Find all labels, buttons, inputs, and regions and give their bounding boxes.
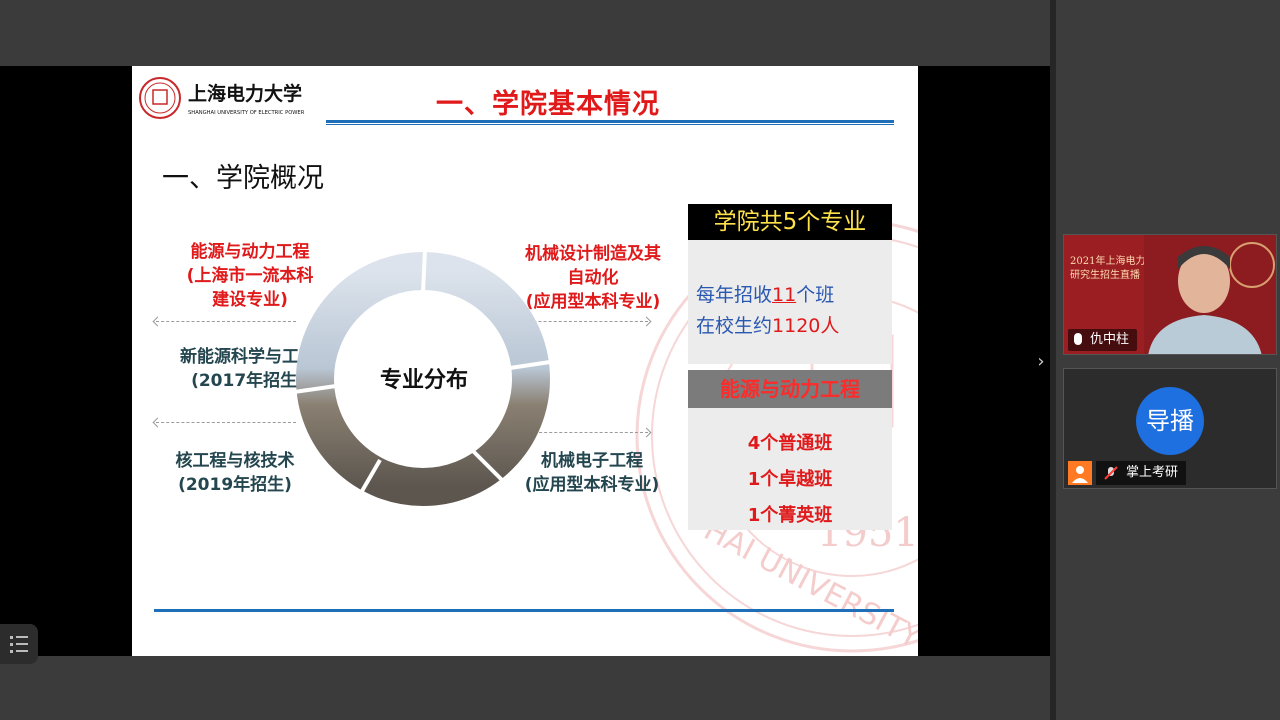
slide-title: 一、学院基本情况 xyxy=(436,89,660,120)
participants-panel xyxy=(1050,0,1280,720)
energy-classes-list: 4个普通班 1个卓越班 1个菁英班 xyxy=(688,408,892,530)
bottom-bar xyxy=(0,656,1050,720)
participant-video-tile[interactable]: 导播 掌上考研 xyxy=(1063,368,1277,489)
university-logo: 上海电力大学 SHANGHAI UNIVERSITY OF ELECTRIC P… xyxy=(139,77,305,119)
participant-name-tag: 掌上考研 xyxy=(1096,461,1187,485)
enrollment-classes: 每年招收11个班 xyxy=(696,280,892,311)
meeting-app: 1951 HAI UNIVERSITY OF ELECTRIC 上海电力大学 S… xyxy=(0,0,1280,720)
majors-count-header: 学院共5个专业 xyxy=(688,204,892,240)
mic-icon xyxy=(1074,333,1082,345)
class-item: 4个普通班 xyxy=(747,433,833,454)
enrollment-number: 1120人 xyxy=(772,315,840,337)
donut-center-label: 专业分布 xyxy=(379,368,468,393)
participant-video xyxy=(1144,235,1276,354)
participant-name: 仇中柱 xyxy=(1090,332,1130,347)
chevron-right-icon[interactable]: › xyxy=(1032,348,1050,376)
class-item: 1个卓越班 xyxy=(747,469,833,490)
enrollment-text: 每年招收 xyxy=(696,284,773,306)
top-bar xyxy=(0,0,1050,66)
participant-video-tile[interactable]: 2021年上海电力大学 研究生招生直播 仇中柱 xyxy=(1063,234,1277,355)
enrollment-number: 11 xyxy=(772,284,797,306)
participant-name-tag: 仇中柱 xyxy=(1068,329,1138,351)
university-name-cn: 上海电力大学 xyxy=(188,82,302,105)
enrollment-students: 在校生约1120人 xyxy=(696,311,892,342)
presentation-slide: 1951 HAI UNIVERSITY OF ELECTRIC 上海电力大学 S… xyxy=(132,66,918,656)
enrollment-info: 每年招收11个班 在校生约1120人 xyxy=(688,240,892,364)
participant-avatar: 导播 xyxy=(1136,387,1204,455)
mic-muted-icon xyxy=(1104,466,1118,480)
footer-divider xyxy=(154,609,894,612)
arrow-left xyxy=(156,422,296,428)
university-name-en: SHANGHAI UNIVERSITY OF ELECTRIC POWER xyxy=(188,110,305,116)
enrollment-text: 在校生约 xyxy=(696,315,773,337)
list-icon[interactable] xyxy=(0,624,38,664)
enrollment-text: 个班 xyxy=(796,284,835,306)
participant-name: 掌上考研 xyxy=(1126,465,1179,480)
energy-classes-header: 能源与动力工程 xyxy=(688,370,892,408)
user-icon xyxy=(1068,461,1092,485)
class-item: 1个菁英班 xyxy=(747,505,833,526)
arrow-left xyxy=(156,321,296,327)
section-heading: 一、学院概况 xyxy=(162,163,324,194)
title-divider xyxy=(326,120,894,125)
